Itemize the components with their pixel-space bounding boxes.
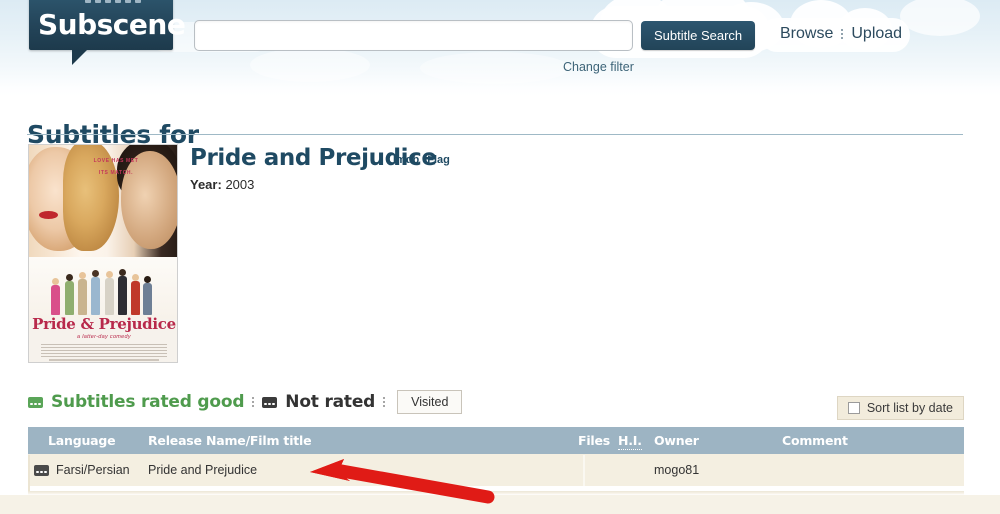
filter-rated-good[interactable]: Subtitles rated good (51, 392, 244, 412)
column-header-hi-text: H.I. (618, 433, 642, 450)
poster-subtitle: a latter-day comedy (77, 334, 131, 340)
filter-separator-dots-icon (383, 397, 386, 407)
table-header: Language Release Name/Film title Files H… (28, 427, 964, 454)
language-link[interactable]: Farsi/Persian (56, 463, 130, 477)
cell-comment (782, 454, 964, 486)
visited-button[interactable]: Visited (397, 390, 463, 414)
poster-figure (105, 271, 114, 315)
nav-upload[interactable]: Upload (851, 25, 902, 43)
column-header-language[interactable]: Language (28, 427, 148, 454)
table-body: Farsi/Persian Pride and Prejudice mogo81 (28, 454, 964, 486)
row-accent-bar (28, 455, 30, 491)
poster-figure (118, 269, 127, 315)
column-divider (583, 455, 585, 491)
closed-caption-icon (34, 464, 49, 476)
poster-artwork-figures (29, 257, 177, 319)
poster-footer-bar (49, 359, 159, 361)
site-logo[interactable]: Subscene (29, 0, 186, 65)
poster-title: Pride & Prejudice (32, 315, 176, 333)
nav-separator-dots-icon (840, 29, 844, 39)
logo-bubble: Subscene (29, 0, 186, 50)
page-root: Subscene Subtitle Search Browse Upload C… (0, 0, 1000, 514)
nav-browse[interactable]: Browse (780, 25, 833, 43)
closed-caption-icon (262, 396, 278, 408)
subtitle-search-button[interactable]: Subtitle Search (641, 21, 756, 50)
cell-release-name: Pride and Prejudice (148, 454, 578, 486)
logo-tail-shape (72, 49, 88, 65)
cloud-shape (900, 0, 980, 36)
filter-separator-dots-icon (252, 397, 255, 407)
flag-link[interactable]: Flag (427, 154, 450, 166)
poster-credits-block (41, 344, 167, 357)
owner-link[interactable]: mogo81 (654, 463, 699, 477)
top-navigation: Browse Upload (780, 25, 902, 43)
column-header-files[interactable]: Files (578, 427, 618, 454)
cell-language: Farsi/Persian (28, 454, 148, 486)
filter-not-rated[interactable]: Not rated (285, 392, 375, 412)
column-header-release[interactable]: Release Name/Film title (148, 427, 578, 454)
imdb-link[interactable]: Imdb (393, 154, 419, 166)
poster-figure (131, 274, 140, 315)
filter-bar: Subtitles rated good Not rated Visited (28, 390, 463, 414)
poster-artwork-top: LOVE HAS MET ITS MATCH. (29, 145, 177, 257)
poster-figure (91, 270, 100, 315)
column-header-owner[interactable]: Owner (654, 427, 782, 454)
change-filter-link[interactable]: Change filter (563, 60, 634, 74)
sort-list-by-date-control[interactable]: Sort list by date (836, 396, 964, 420)
logo-text: Subscene (38, 8, 186, 41)
subtitles-table: Language Release Name/Film title Files H… (28, 427, 964, 486)
logo-ticks-icon (85, 0, 141, 3)
poster-figure (143, 276, 152, 315)
table-header-row: Language Release Name/Film title Files H… (28, 427, 964, 454)
page-footer-area (0, 495, 1000, 514)
poster-tagline: LOVE HAS MET ITS MATCH. (93, 158, 139, 176)
movie-year: Year: 2003 (190, 177, 254, 192)
movie-year-label: Year: (190, 177, 222, 192)
sort-list-by-date-label[interactable]: Sort list by date (867, 401, 953, 415)
movie-poster[interactable]: LOVE HAS MET ITS MATCH. Pride & Prejudic… (28, 144, 178, 363)
cloud-shape (420, 52, 570, 84)
release-name-link[interactable]: Pride and Prejudice (148, 463, 257, 477)
movie-meta-links: Imdb Flag (393, 154, 450, 166)
closed-caption-icon (28, 396, 43, 408)
poster-lips-left (39, 211, 58, 219)
cloud-shape (250, 48, 370, 82)
cell-owner: mogo81 (654, 454, 782, 486)
column-header-hi[interactable]: H.I. (618, 427, 654, 454)
sort-list-by-date-checkbox[interactable] (847, 402, 860, 414)
poster-figure (78, 272, 87, 315)
movie-year-value: 2003 (225, 177, 255, 192)
poster-figure (51, 278, 60, 315)
cell-hi (618, 454, 654, 486)
poster-figure (65, 274, 74, 315)
title-divider (27, 134, 963, 135)
column-header-comment[interactable]: Comment (782, 427, 964, 454)
search-input[interactable] (194, 20, 633, 51)
table-row[interactable]: Farsi/Persian Pride and Prejudice mogo81 (28, 454, 964, 486)
